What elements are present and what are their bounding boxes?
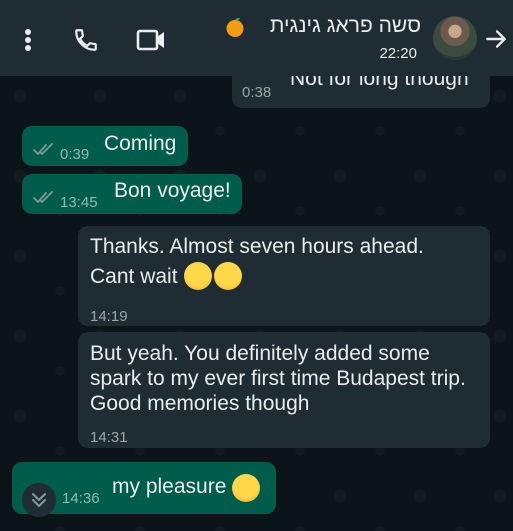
message-bubble-incoming[interactable]: Thanks. Almost seven hours ahead. Cant w… (78, 226, 490, 326)
message-text-line: Good memories though (90, 392, 310, 415)
message-time: 13:45 (60, 194, 98, 211)
message-bubble-incoming[interactable]: 0:38 Not for long though (232, 76, 490, 108)
orange-emoji-icon (224, 16, 246, 38)
message-time: 0:39 (60, 146, 90, 163)
message-text: Bon voyage! (114, 179, 231, 202)
last-seen-time: 22:20 (379, 45, 417, 62)
message-text-line: spark to my ever first time Budapest tri… (90, 367, 466, 390)
phone-icon[interactable] (70, 24, 102, 56)
read-ticks-icon (33, 143, 53, 156)
message-text: Not for long though (290, 76, 469, 90)
scroll-to-bottom-button[interactable] (22, 483, 56, 517)
avatar[interactable] (433, 16, 477, 60)
relieved-emoji-icon (232, 474, 260, 502)
arrow-right-icon[interactable] (482, 24, 510, 54)
message-time: 14:36 (62, 490, 100, 507)
double-chevron-down-icon (32, 493, 46, 507)
message-text: Coming (104, 132, 177, 155)
message-time: 0:38 (242, 84, 272, 101)
chat-header: סשה פראג גינגית 22:20 (0, 0, 513, 76)
contact-name[interactable]: סשה פראג גינגית (270, 14, 421, 38)
chat-area[interactable]: 0:38 Not for long though 0:39 Coming 13:… (0, 76, 513, 531)
message-time: 14:19 (90, 308, 128, 325)
more-vertical-icon[interactable] (18, 26, 38, 54)
read-ticks-icon (33, 191, 53, 204)
message-text-line: Thanks. Almost seven hours ahead. (90, 235, 424, 258)
message-bubble-outgoing[interactable]: 13:45 Bon voyage! (22, 174, 242, 214)
message-time: 14:31 (90, 429, 128, 446)
message-bubble-incoming[interactable]: But yeah. You definitely added some spar… (78, 332, 490, 448)
message-text-line: But yeah. You definitely added some (90, 342, 430, 365)
message-text-line: Cant wait (90, 265, 178, 288)
video-call-icon[interactable] (134, 26, 168, 54)
grinning-emoji-icon (184, 262, 242, 290)
message-text: my pleasure (112, 475, 227, 498)
message-bubble-outgoing[interactable]: 0:39 Coming (22, 126, 188, 166)
